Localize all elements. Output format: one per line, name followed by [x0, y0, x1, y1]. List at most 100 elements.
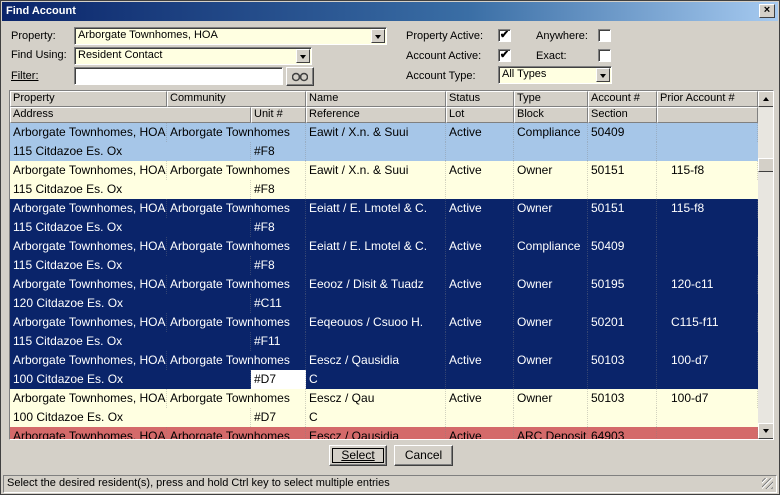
cell-type: Compliance — [514, 123, 588, 142]
cell-lot — [446, 332, 514, 351]
table-row[interactable]: Arborgate Townhomes, HOA Arborgate Townho… — [10, 237, 758, 256]
header-address[interactable]: Address — [10, 107, 251, 123]
cell-unit: #F8 — [251, 180, 306, 199]
account-type-value: All Types — [502, 68, 547, 80]
cell-block — [514, 294, 588, 313]
cell-prior: C115-f11 — [657, 313, 758, 332]
header-reference[interactable]: Reference — [306, 107, 446, 123]
anywhere-checkbox[interactable] — [598, 29, 611, 42]
table-row-address[interactable]: 115 Citdazoe Es. Ox #F8 — [10, 180, 758, 199]
header-type[interactable]: Type — [514, 91, 588, 107]
cell-unit: #F8 — [251, 218, 306, 237]
cell-account: 50409 — [588, 123, 657, 142]
cell-status: Active — [446, 389, 514, 408]
property-value: Arborgate Townhomes, HOA — [78, 29, 218, 41]
account-type-dropdown[interactable]: All Types — [498, 66, 612, 84]
cell-reference — [306, 256, 446, 275]
table-row[interactable]: Arborgate Townhomes, HOA Arborgate Townho… — [10, 389, 758, 408]
cell-property: Arborgate Townhomes, HOA — [10, 351, 167, 370]
table-row[interactable]: Arborgate Townhomes, HOA Arborgate Townho… — [10, 199, 758, 218]
header-prior-account[interactable]: Prior Account # — [657, 91, 758, 107]
header-property[interactable]: Property — [10, 91, 167, 107]
cell-unit: #F8 — [251, 256, 306, 275]
filter-label: Filter: — [11, 70, 39, 82]
cell-section — [588, 256, 657, 275]
table-row-address[interactable]: 100 Citdazoe Es. Ox #D7 C — [10, 370, 758, 389]
cell-property: Arborgate Townhomes, HOA — [10, 275, 167, 294]
status-bar: Select the desired resident(s), press an… — [3, 475, 777, 493]
property-dropdown[interactable]: Arborgate Townhomes, HOA — [74, 27, 387, 45]
chevron-down-icon[interactable] — [371, 29, 385, 43]
table-row[interactable]: Arborgate Townhomes, HOA Arborgate Townho… — [10, 351, 758, 370]
cell-account: 50103 — [588, 389, 657, 408]
cell-status: Active — [446, 237, 514, 256]
account-active-checkbox[interactable]: ✔ — [498, 49, 511, 62]
cell-reference: C — [306, 408, 446, 427]
cell-name: Eeiatt / E. Lmotel & C. — [306, 199, 446, 218]
table-row-address[interactable]: 100 Citdazoe Es. Ox #D7 C — [10, 408, 758, 427]
table-row[interactable]: Arborgate Townhomes, HOA Arborgate Townho… — [10, 161, 758, 180]
select-button[interactable]: Select — [329, 445, 387, 466]
scroll-down-icon[interactable] — [758, 423, 773, 439]
exact-label: Exact: — [536, 50, 567, 62]
table-row-address[interactable]: 115 Citdazoe Es. Ox #F8 — [10, 142, 758, 161]
header-community[interactable]: Community — [167, 91, 306, 107]
cell-property: Arborgate Townhomes, HOA — [10, 123, 167, 142]
find-using-value: Resident Contact — [78, 49, 163, 61]
cell-address: 115 Citdazoe Es. Ox — [10, 180, 251, 199]
anywhere-label: Anywhere: — [536, 30, 588, 42]
cell-type: Owner — [514, 275, 588, 294]
scroll-thumb[interactable] — [758, 158, 773, 172]
cancel-button-label: Cancel — [404, 448, 443, 462]
property-active-checkbox[interactable]: ✔ — [498, 29, 511, 42]
find-using-dropdown[interactable]: Resident Contact — [74, 47, 312, 65]
cell-property: Arborgate Townhomes, HOA — [10, 161, 167, 180]
close-button[interactable]: × — [759, 4, 775, 18]
header-name[interactable]: Name — [306, 91, 446, 107]
results-grid[interactable]: Property Community Name Status Type Acco… — [9, 90, 774, 440]
cell-property: Arborgate Townhomes, HOA — [10, 313, 167, 332]
cell-section — [588, 180, 657, 199]
cell-lot — [446, 294, 514, 313]
scroll-up-icon[interactable] — [758, 91, 773, 107]
cell-account: 50103 — [588, 351, 657, 370]
binoculars-button[interactable] — [286, 67, 314, 86]
cancel-button[interactable]: Cancel — [394, 445, 453, 466]
chevron-down-icon[interactable] — [596, 68, 610, 82]
cell-name: Eeqeouos / Csuoo H. — [306, 313, 446, 332]
cell-lot — [446, 180, 514, 199]
header-unit[interactable]: Unit # — [251, 107, 306, 123]
table-row[interactable]: Arborgate Townhomes, HOA Arborgate Townho… — [10, 427, 758, 439]
cell-name: Eescz / Qausidia — [306, 427, 446, 439]
exact-checkbox[interactable] — [598, 49, 611, 62]
table-row[interactable]: Arborgate Townhomes, HOA Arborgate Townho… — [10, 275, 758, 294]
table-row-address[interactable]: 115 Citdazoe Es. Ox #F11 — [10, 332, 758, 351]
cell-section — [588, 294, 657, 313]
cell-name: Eescz / Qausidia — [306, 351, 446, 370]
table-row-address[interactable]: 120 Citdazoe Es. Ox #C11 — [10, 294, 758, 313]
chevron-down-icon[interactable] — [296, 49, 310, 63]
cell-account: 64903 — [588, 427, 657, 439]
filter-input[interactable] — [74, 67, 283, 85]
table-row-address[interactable]: 115 Citdazoe Es. Ox #F8 — [10, 218, 758, 237]
title-bar[interactable]: Find Account × — [2, 2, 778, 21]
header-section[interactable]: Section — [588, 107, 657, 123]
header-block[interactable]: Block — [514, 107, 588, 123]
cell-name: Eescz / Qau — [306, 389, 446, 408]
cell-section — [588, 332, 657, 351]
cell-prior — [657, 237, 758, 256]
table-row[interactable]: Arborgate Townhomes, HOA Arborgate Townho… — [10, 123, 758, 142]
header-status[interactable]: Status — [446, 91, 514, 107]
check-icon: ✔ — [499, 29, 510, 41]
cell-type: ARC Deposit — [514, 427, 588, 439]
table-row-address[interactable]: 115 Citdazoe Es. Ox #F8 — [10, 256, 758, 275]
header-lot[interactable]: Lot — [446, 107, 514, 123]
cell-unit: #F11 — [251, 332, 306, 351]
cell-community: Arborgate Townhomes — [167, 427, 306, 439]
resize-grip-icon[interactable] — [762, 478, 773, 489]
table-row[interactable]: Arborgate Townhomes, HOA Arborgate Townho… — [10, 313, 758, 332]
find-account-window: Find Account × Property: Arborgate Townh… — [0, 0, 780, 495]
vertical-scrollbar[interactable] — [758, 91, 773, 439]
cell-name: Eawit / X.n. & Suui — [306, 123, 446, 142]
header-account[interactable]: Account # — [588, 91, 657, 107]
